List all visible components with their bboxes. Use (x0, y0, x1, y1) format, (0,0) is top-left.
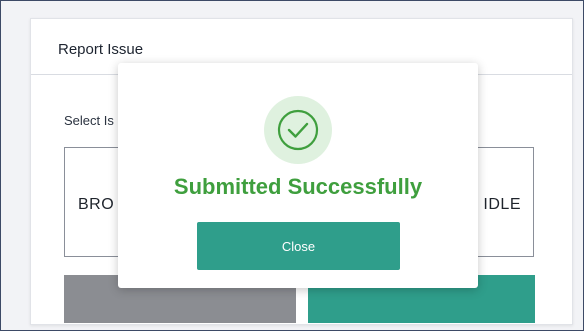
close-button[interactable]: Close (197, 222, 400, 270)
app-frame: Report Issue Select Is BRO IDLE Submitte… (0, 0, 584, 331)
check-circle-icon (264, 96, 332, 164)
success-modal: Submitted Successfully Close (118, 63, 478, 288)
select-issue-label: Select Is (64, 113, 114, 128)
issue-option-label: IDLE (483, 196, 521, 213)
issue-option-label: BRO (78, 196, 115, 213)
success-message: Submitted Successfully (173, 174, 423, 199)
panel-title: Report Issue (58, 41, 144, 58)
